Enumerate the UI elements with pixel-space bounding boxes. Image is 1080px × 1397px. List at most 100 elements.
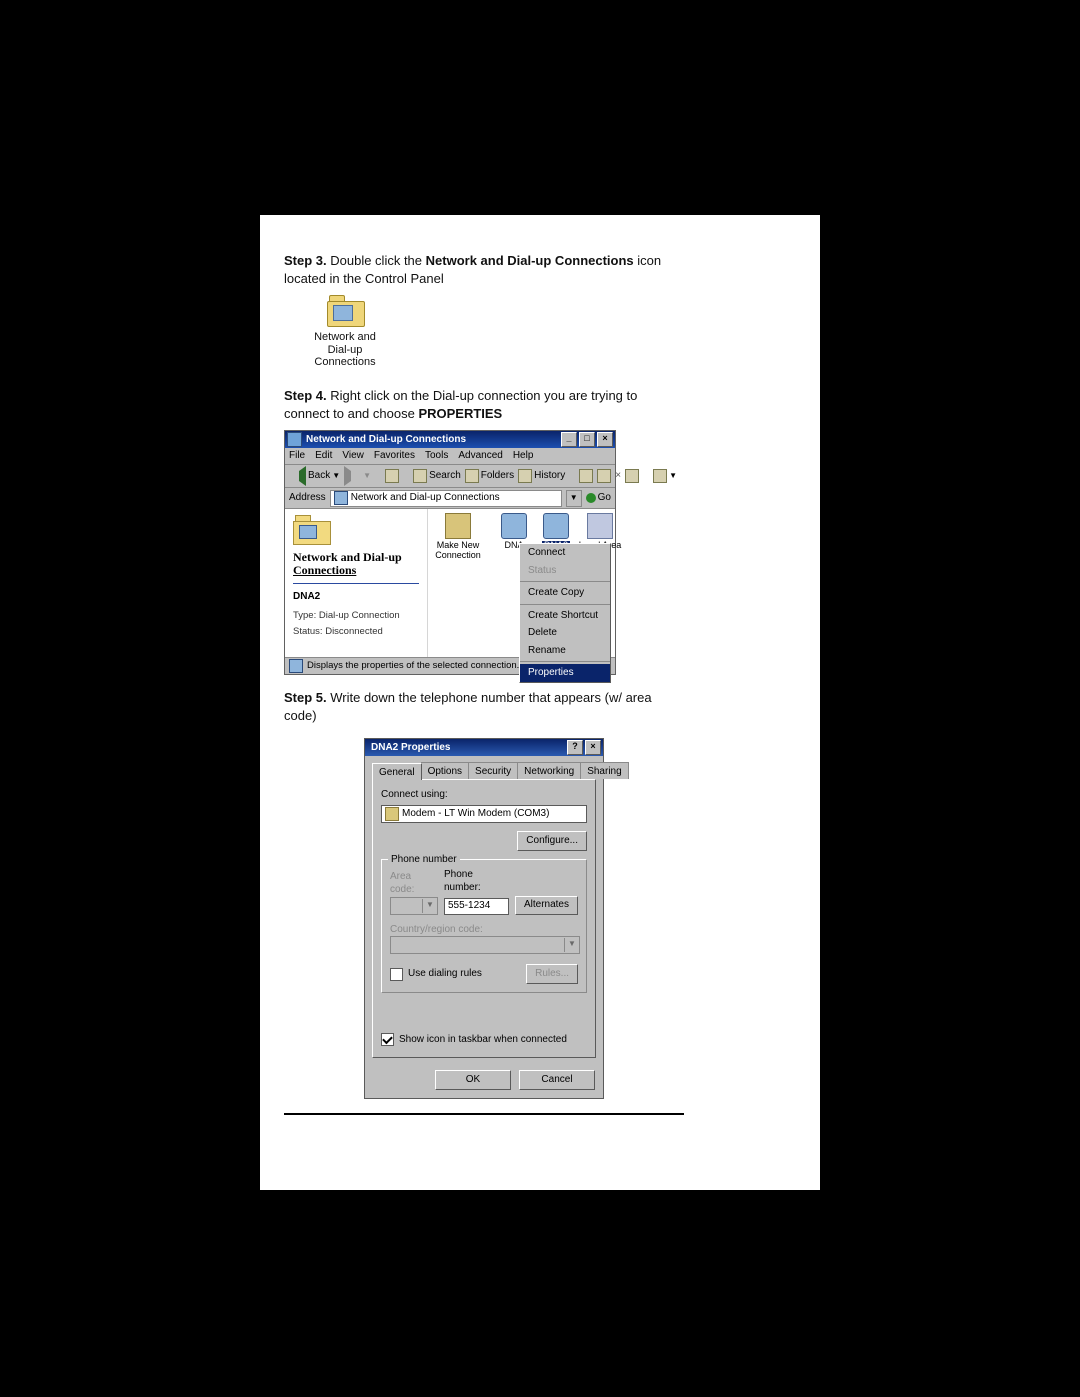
go-button[interactable]: Go (586, 491, 611, 505)
left-pane-heading: Network and Dial-up Connections (293, 551, 419, 577)
up-button[interactable] (385, 469, 399, 483)
area-code-field: ▼ (390, 897, 438, 915)
tab-networking[interactable]: Networking (517, 762, 581, 779)
address-dropdown[interactable]: ▼ (566, 490, 582, 507)
views-icon (653, 469, 667, 483)
left-pane-folder-icon (293, 515, 329, 545)
lan-icon (587, 513, 613, 539)
explorer-left-pane: Network and Dial-up Connections DNA2 Typ… (285, 509, 428, 657)
area-code-label: Area code: (390, 870, 438, 897)
context-delete[interactable]: Delete (520, 624, 610, 642)
history-label: History (534, 469, 565, 483)
toolbar-extra-3[interactable] (625, 469, 639, 483)
menu-view[interactable]: View (342, 449, 364, 463)
country-region-field: ▼ (390, 936, 580, 954)
alternates-button[interactable]: Alternates (515, 896, 578, 915)
connection-icon (501, 513, 527, 539)
menu-help[interactable]: Help (513, 449, 534, 463)
menu-file[interactable]: File (289, 449, 305, 463)
folder-icon (325, 293, 365, 327)
network-dialup-desktop-icon[interactable]: Network and Dial-up Connections (302, 293, 388, 369)
toolbar-extra-1[interactable] (579, 469, 593, 483)
history-button[interactable]: History (518, 469, 565, 483)
configure-button[interactable]: Configure... (517, 831, 587, 851)
tab-sharing[interactable]: Sharing (580, 762, 628, 779)
icon-make-new-connection[interactable]: Make New Connection (430, 513, 486, 560)
folders-button[interactable]: Folders (465, 469, 514, 483)
go-icon (586, 493, 596, 503)
maximize-button[interactable]: □ (579, 432, 595, 447)
forward-button[interactable]: ▼ (344, 466, 371, 486)
search-button[interactable]: Search (413, 469, 461, 483)
use-dialing-rules-label: Use dialing rules (408, 967, 482, 981)
dialog-titlebar[interactable]: DNA2 Properties ? × (365, 739, 603, 756)
menu-advanced[interactable]: Advanced (458, 449, 502, 463)
explorer-window: Network and Dial-up Connections _ □ × Fi… (284, 430, 616, 675)
context-create-shortcut[interactable]: Create Shortcut (520, 607, 610, 625)
back-arrow-icon (289, 466, 306, 486)
step-4-text: Step 4. Right click on the Dial-up conne… (284, 387, 684, 422)
show-icon-label: Show icon in taskbar when connected (399, 1033, 567, 1047)
explorer-title-icon (287, 432, 302, 447)
use-dialing-rules-checkbox[interactable]: Use dialing rules (390, 967, 482, 981)
page: Step 3. Double click the Network and Dia… (0, 0, 1080, 1397)
dialog-body: General Options Security Networking Shar… (365, 756, 603, 1064)
chevron-down-icon: ▼ (422, 899, 437, 913)
icon-make-new-label: Make New Connection (430, 541, 486, 560)
connect-using-value: Modem - LT Win Modem (COM3) (402, 807, 549, 821)
search-icon (413, 469, 427, 483)
explorer-titlebar[interactable]: Network and Dial-up Connections _ □ × (285, 431, 615, 448)
connect-using-field[interactable]: Modem - LT Win Modem (COM3) (381, 805, 587, 823)
toolbar-views[interactable]: ▼ (653, 469, 677, 483)
context-properties[interactable]: Properties (520, 664, 610, 682)
tab-general[interactable]: General (372, 763, 422, 780)
explorer-toolbar: Back▼ ▼ Search Folders History × ▼ (285, 465, 615, 488)
phone-number-group-label: Phone number (388, 853, 460, 867)
tab-options[interactable]: Options (421, 762, 469, 779)
up-icon (385, 469, 399, 483)
context-connect[interactable]: Connect (520, 544, 610, 562)
left-pane-heading-1: Network and Dial-up (293, 550, 402, 564)
menu-tools[interactable]: Tools (425, 449, 448, 463)
minimize-button[interactable]: _ (561, 432, 577, 447)
menu-favorites[interactable]: Favorites (374, 449, 415, 463)
connect-using-label: Connect using: (381, 788, 587, 802)
checkbox-box (390, 968, 403, 981)
dialog-close-button[interactable]: × (585, 740, 601, 755)
folder-caption: Network and Dial-up Connections (302, 331, 388, 369)
chevron-down-icon: ▼ (564, 938, 579, 952)
dialog-buttons: OK Cancel (365, 1064, 603, 1098)
explorer-addressbar: Address Network and Dial-up Connections … (285, 488, 615, 509)
toolbar-extra-2[interactable] (597, 469, 611, 483)
checkbox-box-checked (381, 1033, 394, 1046)
country-region-label: Country/region code: (390, 923, 578, 937)
history-icon (518, 469, 532, 483)
modem-icon (385, 807, 399, 821)
close-button[interactable]: × (597, 432, 613, 447)
phone-number-field[interactable]: 555-1234 (444, 898, 509, 915)
ok-button[interactable]: OK (435, 1070, 511, 1090)
left-pane-type: Type: Dial-up Connection (293, 610, 419, 623)
cancel-button[interactable]: Cancel (519, 1070, 595, 1090)
folders-label: Folders (481, 469, 514, 483)
left-pane-status: Status: Disconnected (293, 626, 419, 639)
statusbar-text: Displays the properties of the selected … (307, 660, 519, 673)
menu-edit[interactable]: Edit (315, 449, 332, 463)
wizard-icon (445, 513, 471, 539)
context-rename[interactable]: Rename (520, 642, 610, 660)
dialog-help-button[interactable]: ? (567, 740, 583, 755)
step-5-text: Step 5. Write down the telephone number … (284, 689, 684, 724)
step-3-label: Step 3. (284, 253, 327, 268)
context-status: Status (520, 562, 610, 580)
bottom-rule (284, 1113, 684, 1115)
back-button[interactable]: Back▼ (289, 466, 340, 486)
dialog-tabs: General Options Security Networking Shar… (372, 762, 596, 779)
left-pane-heading-2: Connections (293, 564, 419, 577)
show-icon-checkbox[interactable]: Show icon in taskbar when connected (381, 1033, 587, 1047)
tab-security[interactable]: Security (468, 762, 518, 779)
folders-icon (465, 469, 479, 483)
left-pane-selected-name: DNA2 (293, 590, 419, 604)
forward-arrow-icon (344, 466, 361, 486)
context-create-copy[interactable]: Create Copy (520, 584, 610, 602)
address-field[interactable]: Network and Dial-up Connections (330, 490, 562, 507)
